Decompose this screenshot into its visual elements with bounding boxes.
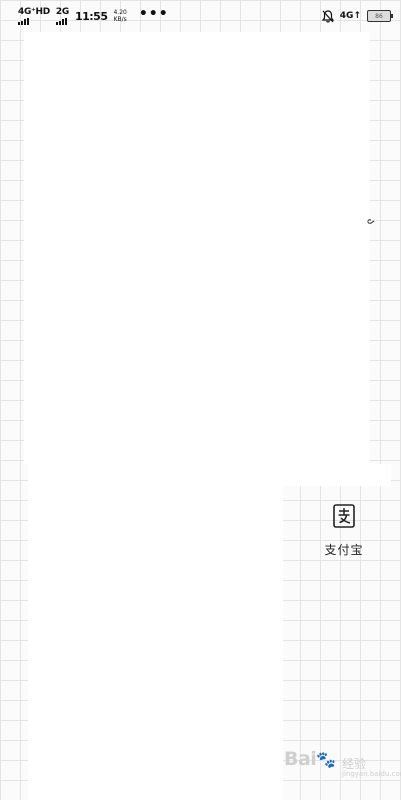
- signal-4g: 4G⁺HD: [18, 6, 50, 25]
- signal-bars-icon: [18, 17, 29, 25]
- blank-canvas-top: [24, 32, 370, 464]
- blank-canvas-bottom: [28, 464, 283, 800]
- alipay-icon: [333, 504, 355, 528]
- side-glyph: ა: [364, 218, 378, 225]
- status-bar: 4G⁺HD 2G 11:55 4.20 KB/s ••• 4G↑ 86: [0, 0, 401, 32]
- network-4g-icon: 4G↑: [339, 10, 361, 21]
- signal1-label: 4G⁺HD: [18, 6, 50, 17]
- signal2-label: 2G: [55, 6, 69, 17]
- watermark-brand: Bai: [284, 748, 317, 770]
- alipay-label: 支付宝: [324, 543, 364, 557]
- paw-icon: 🐾: [316, 750, 337, 769]
- signal-2g: 2G: [55, 6, 69, 25]
- more-notifications-icon: •••: [138, 6, 169, 22]
- speed-unit: KB/s: [113, 16, 127, 23]
- bell-muted-icon: [321, 9, 334, 23]
- speed-value: 4.20: [113, 9, 127, 16]
- status-right: 4G↑ 86: [321, 9, 393, 23]
- status-left: 4G⁺HD 2G 11:55 4.20 KB/s •••: [18, 6, 169, 25]
- baidu-watermark: Bai🐾 经验 jingyan.baidu.com: [284, 748, 401, 784]
- signal-bars-icon: [55, 17, 67, 25]
- battery-icon: 86: [367, 10, 393, 22]
- watermark-url: jingyan.baidu.com: [342, 770, 401, 778]
- network-speed: 4.20 KB/s: [113, 9, 126, 23]
- battery-label: 86: [375, 12, 383, 20]
- alipay-shortcut[interactable]: 支付宝: [318, 503, 370, 558]
- clock: 11:55: [74, 9, 108, 23]
- blank-strip: [283, 464, 391, 486]
